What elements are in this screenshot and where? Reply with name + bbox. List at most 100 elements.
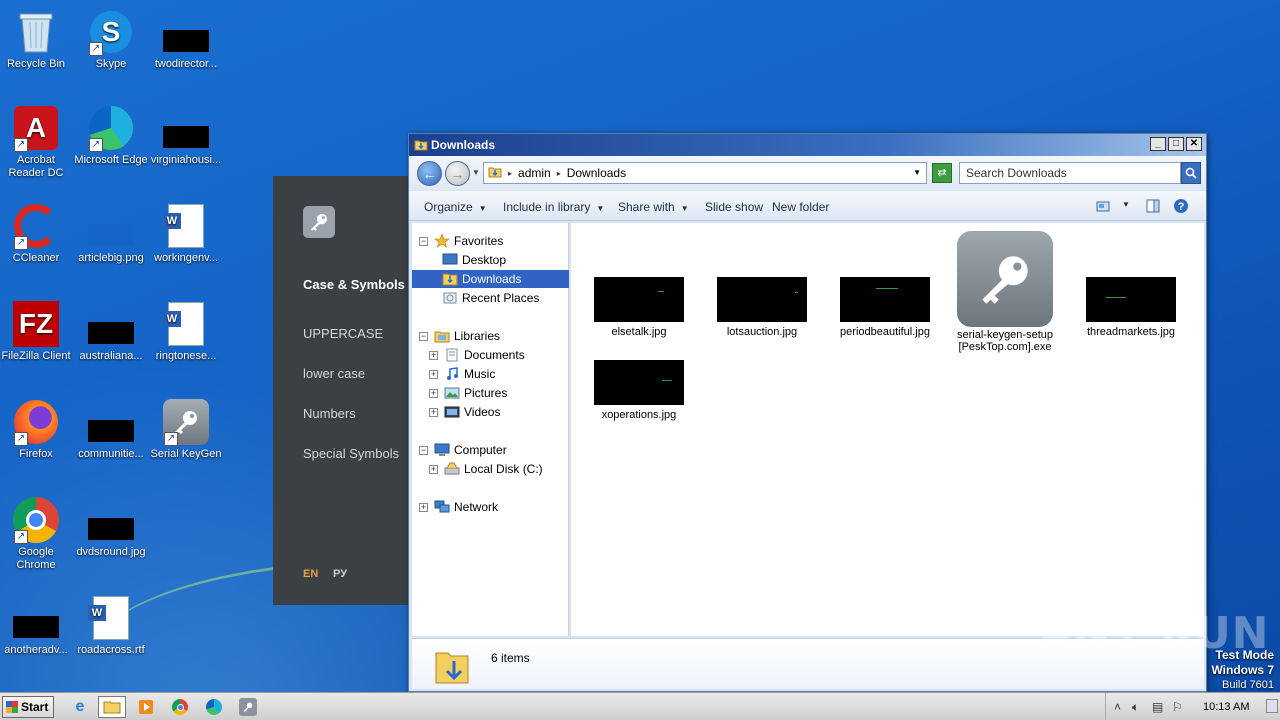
- share-with-button[interactable]: Share with ▼: [618, 200, 689, 214]
- file-item[interactable]: elsetalk.jpg: [591, 277, 687, 338]
- keygen-option-numbers[interactable]: Numbers: [303, 406, 356, 421]
- tree-pictures[interactable]: + Pictures: [429, 384, 507, 402]
- taskbar: Start e ˄ 🔈︎ ▤ ⚐ 10:13 AM: [0, 692, 1280, 720]
- desktop-icon-label: dvdsround.jpg: [76, 546, 146, 558]
- tree-videos[interactable]: + Videos: [429, 403, 500, 421]
- search-input[interactable]: Search Downloads: [959, 162, 1181, 184]
- breadcrumb-chevron-icon[interactable]: ▸: [508, 169, 512, 178]
- tree-computer[interactable]: − Computer: [419, 441, 507, 459]
- taskbar-edge[interactable]: [200, 696, 228, 718]
- desktop-icon-recycle-bin[interactable]: Recycle Bin: [0, 8, 74, 71]
- keygen-option-special-symbols[interactable]: Special Symbols: [303, 446, 399, 461]
- tree-favorites[interactable]: − Favorites: [419, 232, 503, 250]
- minimize-button[interactable]: _: [1150, 137, 1166, 151]
- recent-pages-dropdown[interactable]: ▼: [472, 168, 480, 177]
- desktop-icon-articlebig[interactable]: articlebig.png: [73, 202, 149, 265]
- desktop-icon-label: Skype: [95, 58, 127, 70]
- desktop-icon-chrome[interactable]: ↗ Google Chrome: [0, 496, 74, 572]
- organize-button[interactable]: Organize ▼: [424, 200, 487, 214]
- desktop-icon-anotheradv[interactable]: anotheradv...: [0, 594, 74, 657]
- taskbar-media-player[interactable]: [132, 696, 160, 718]
- chevron-down-icon[interactable]: ▼: [913, 168, 921, 177]
- taskbar-chrome[interactable]: [166, 696, 194, 718]
- file-item[interactable]: threadmarkets.jpg: [1083, 277, 1179, 338]
- change-view-icon[interactable]: [1095, 198, 1111, 214]
- help-icon[interactable]: ?: [1173, 198, 1189, 214]
- image-file-icon: [87, 398, 135, 446]
- desktop-icon-skype[interactable]: S ↗ Skype: [73, 8, 149, 71]
- network-icon[interactable]: ▤: [1152, 700, 1163, 714]
- new-folder-button[interactable]: New folder: [772, 200, 829, 214]
- expand-toggle[interactable]: +: [429, 369, 438, 379]
- file-item[interactable]: lotsauction.jpg: [714, 277, 810, 338]
- desktop-icon-firefox[interactable]: ↗ Firefox: [0, 398, 74, 461]
- desktop-icon-ringtonese[interactable]: W ringtonese...: [148, 300, 224, 363]
- tree-music[interactable]: + Music: [429, 365, 495, 383]
- back-button[interactable]: ←: [417, 161, 442, 186]
- keygen-option-lowercase[interactable]: lower case: [303, 366, 365, 381]
- slide-show-button[interactable]: Slide show: [705, 200, 763, 214]
- image-file-icon: [87, 496, 135, 544]
- desktop-icon-twodirector[interactable]: twodirector...: [148, 8, 224, 71]
- documents-icon: [444, 348, 460, 362]
- include-in-library-button[interactable]: Include in library ▼: [503, 200, 604, 214]
- desktop-icon-label: Microsoft Edge: [74, 154, 148, 166]
- tree-recent-places[interactable]: Recent Places: [442, 289, 539, 307]
- language-ru-button[interactable]: РУ: [333, 568, 347, 580]
- file-item[interactable]: periodbeautiful.jpg: [837, 277, 933, 338]
- volume-icon[interactable]: 🔈︎: [1132, 700, 1139, 715]
- desktop-icon-virginiahousi[interactable]: virginiahousi...: [148, 104, 224, 167]
- desktop-icon-edge[interactable]: ↗ Microsoft Edge: [73, 104, 149, 167]
- windows-logo-icon: [6, 701, 18, 713]
- tree-network[interactable]: + Network: [419, 498, 498, 516]
- desktop-icon-dvdsround[interactable]: dvdsround.jpg: [73, 496, 149, 559]
- file-item[interactable]: xoperations.jpg: [591, 360, 687, 421]
- expand-toggle[interactable]: +: [429, 388, 438, 398]
- view-options-dropdown[interactable]: ▼: [1122, 200, 1130, 209]
- desktop-icon-serial-keygen[interactable]: ↗ Serial KeyGen: [148, 398, 224, 461]
- collapse-toggle[interactable]: −: [419, 331, 428, 341]
- address-field[interactable]: ▸ admin ▸ Downloads ▼: [483, 162, 927, 184]
- refresh-button[interactable]: ⇄: [932, 163, 952, 183]
- tree-downloads[interactable]: Downloads: [412, 270, 569, 288]
- file-item-selected-exe[interactable]: serial-keygen-setup [PeskTop.com].exe: [957, 231, 1053, 353]
- desktop-icon-roadacross[interactable]: W roadacross.rtf: [73, 594, 149, 657]
- show-desktop-button[interactable]: [1266, 699, 1278, 713]
- desktop-icon-communitie[interactable]: communitie...: [73, 398, 149, 461]
- close-button[interactable]: ✕: [1186, 137, 1202, 151]
- keygen-option-uppercase[interactable]: UPPERCASE: [303, 326, 383, 341]
- tree-libraries[interactable]: − Libraries: [419, 327, 500, 345]
- word-document-icon: W: [162, 300, 210, 348]
- desktop-icon-workingenv[interactable]: W workingenv...: [148, 202, 224, 265]
- show-hidden-icons-icon[interactable]: ˄: [1114, 700, 1121, 714]
- breadcrumb-downloads[interactable]: Downloads: [567, 166, 626, 180]
- desktop-icon-acrobat[interactable]: A ↗ Acrobat Reader DC: [0, 104, 74, 180]
- preview-pane-icon[interactable]: [1145, 198, 1161, 214]
- action-center-flag-icon[interactable]: ⚐: [1172, 700, 1183, 714]
- desktop-icon-ccleaner[interactable]: ↗ CCleaner: [0, 202, 74, 265]
- language-en-button[interactable]: EN: [303, 568, 318, 580]
- start-button[interactable]: Start: [2, 696, 54, 718]
- taskbar-ie[interactable]: e: [66, 696, 94, 718]
- taskbar-explorer[interactable]: [98, 696, 126, 718]
- collapse-toggle[interactable]: −: [419, 445, 428, 455]
- clock[interactable]: 10:13 AM: [1203, 701, 1249, 713]
- window-titlebar[interactable]: Downloads _ □ ✕: [409, 134, 1206, 156]
- keygen-app-panel: Case & Symbols UPPERCASE lower case Numb…: [273, 176, 410, 605]
- collapse-toggle[interactable]: −: [419, 236, 428, 246]
- tree-desktop[interactable]: Desktop: [442, 251, 506, 269]
- taskbar-keygen[interactable]: [234, 696, 262, 718]
- search-button[interactable]: [1181, 162, 1201, 184]
- breadcrumb-admin[interactable]: admin: [518, 166, 551, 180]
- tree-documents[interactable]: + Documents: [429, 346, 525, 364]
- expand-toggle[interactable]: +: [429, 464, 438, 474]
- expand-toggle[interactable]: +: [429, 407, 438, 417]
- tree-local-disk[interactable]: + Local Disk (C:): [429, 460, 543, 478]
- desktop-icon-australiana[interactable]: australiana...: [73, 300, 149, 363]
- desktop-icon-filezilla[interactable]: FZ FileZilla Client: [0, 300, 74, 363]
- breadcrumb-chevron-icon[interactable]: ▸: [557, 169, 561, 178]
- expand-toggle[interactable]: +: [419, 502, 428, 512]
- forward-button[interactable]: →: [445, 161, 470, 186]
- maximize-button[interactable]: □: [1168, 137, 1184, 151]
- expand-toggle[interactable]: +: [429, 350, 438, 360]
